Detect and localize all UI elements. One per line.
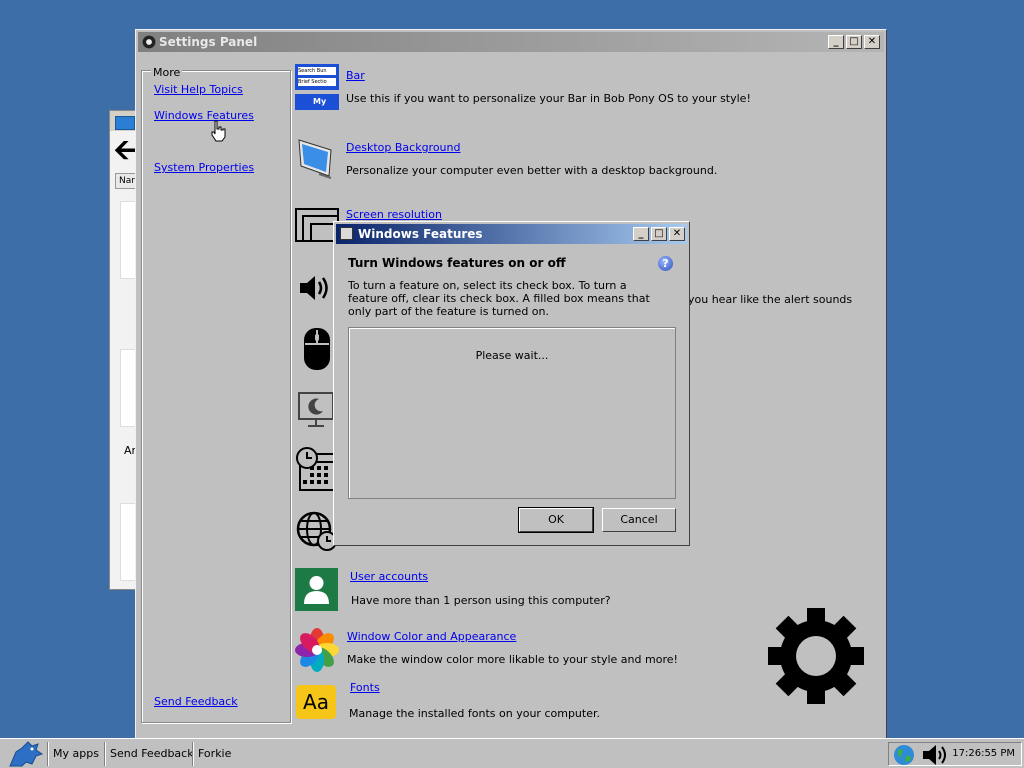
sidebar-more: More Visit Help Topics Windows Features … <box>141 66 291 723</box>
start-pony-icon[interactable] <box>6 740 44 768</box>
globe-clock-icon[interactable] <box>296 511 338 551</box>
volume-icon[interactable] <box>921 744 951 766</box>
sidebar-legend: More <box>151 66 183 79</box>
calendar-clock-icon[interactable] <box>296 446 336 492</box>
item-fonts-title[interactable]: Fonts <box>350 681 380 694</box>
maximize-button[interactable]: □ <box>846 35 862 49</box>
taskbar-my-apps[interactable]: My apps <box>47 742 104 766</box>
dialog-description: To turn a feature on, select its check b… <box>348 279 650 318</box>
taskbar: My apps Send Feedback Forkie 17:26:55 PM <box>0 738 1024 768</box>
user-accounts-icon[interactable] <box>295 568 338 611</box>
app-icon <box>115 116 135 130</box>
item-bar-desc: Use this if you want to personalize your… <box>346 92 751 105</box>
ok-button[interactable]: OK <box>518 507 594 533</box>
bar-icon-text: My ap <box>295 94 339 110</box>
item-user-accounts-desc: Have more than 1 person using this compu… <box>351 594 611 607</box>
dialog-titlebar[interactable]: Windows Features _ □ ✕ <box>336 224 687 244</box>
item-bar-title[interactable]: Bar <box>346 69 365 82</box>
window-controls: _ □ ✕ <box>828 35 880 49</box>
help-icon[interactable]: ? <box>658 256 673 271</box>
item-user-accounts-title[interactable]: User accounts <box>350 570 428 583</box>
dialog-title: Windows Features <box>358 227 483 241</box>
taskbar-forkie[interactable]: Forkie <box>192 742 236 766</box>
color-wheel-icon[interactable] <box>295 628 339 672</box>
network-globe-icon[interactable] <box>891 744 919 766</box>
minimize-button[interactable]: _ <box>828 35 844 49</box>
cancel-button[interactable]: Cancel <box>602 508 676 532</box>
window-title: Settings Panel <box>159 35 258 49</box>
item-sounds-desc: you hear like the alert sounds <box>688 293 853 306</box>
taskbar-send-feedback[interactable]: Send Feedback <box>104 742 199 766</box>
settings-gear-icon <box>768 608 864 704</box>
bar-icon-text: Search Bun <box>298 67 336 75</box>
item-screen-resolution-title[interactable]: Screen resolution <box>346 208 442 221</box>
features-list[interactable]: Please wait... <box>348 327 676 499</box>
fonts-icon[interactable]: Aa <box>296 685 336 719</box>
back-arrow-icon[interactable]: 🡨 <box>114 135 137 165</box>
minimize-button[interactable]: _ <box>633 227 649 241</box>
desktop-background-icon[interactable] <box>297 138 335 180</box>
maximize-button[interactable]: □ <box>651 227 667 241</box>
close-button[interactable]: ✕ <box>669 227 685 241</box>
screensaver-icon[interactable] <box>297 391 335 429</box>
item-desktop-background-title[interactable]: Desktop Background <box>346 141 461 154</box>
close-button[interactable]: ✕ <box>864 35 880 49</box>
item-window-color-title[interactable]: Window Color and Appearance <box>347 630 516 643</box>
link-system-properties[interactable]: System Properties <box>154 161 254 174</box>
bar-icon-text: Brief Sectio <box>298 78 336 86</box>
gear-icon <box>142 35 156 49</box>
windows-features-dialog[interactable]: Windows Features _ □ ✕ Turn Windows feat… <box>333 221 690 546</box>
link-send-feedback[interactable]: Send Feedback <box>154 695 238 708</box>
speaker-icon[interactable] <box>298 273 334 303</box>
hand-cursor-icon <box>211 120 226 142</box>
settings-titlebar[interactable]: Settings Panel _ □ ✕ <box>138 32 884 52</box>
item-desktop-background-desc: Personalize your computer even better wi… <box>346 164 718 177</box>
clock[interactable]: 17:26:55 PM <box>952 748 1015 759</box>
item-fonts-desc: Manage the installed fonts on your compu… <box>349 707 600 720</box>
system-tray: 17:26:55 PM <box>888 742 1022 766</box>
item-window-color-desc: Make the window color more likable to yo… <box>347 653 678 666</box>
dialog-window-controls: _ □ ✕ <box>633 227 685 241</box>
bar-icon[interactable]: Search Bun Brief Sectio My ap <box>295 64 339 110</box>
background-window[interactable]: 🡨 Nar Ar <box>109 110 142 590</box>
dialog-heading: Turn Windows features on or off <box>348 256 566 270</box>
link-windows-features[interactable]: Windows Features <box>154 109 254 122</box>
features-icon <box>340 227 353 240</box>
loading-text: Please wait... <box>475 349 549 362</box>
mouse-icon[interactable] <box>302 326 332 372</box>
link-visit-help-topics[interactable]: Visit Help Topics <box>154 83 243 96</box>
